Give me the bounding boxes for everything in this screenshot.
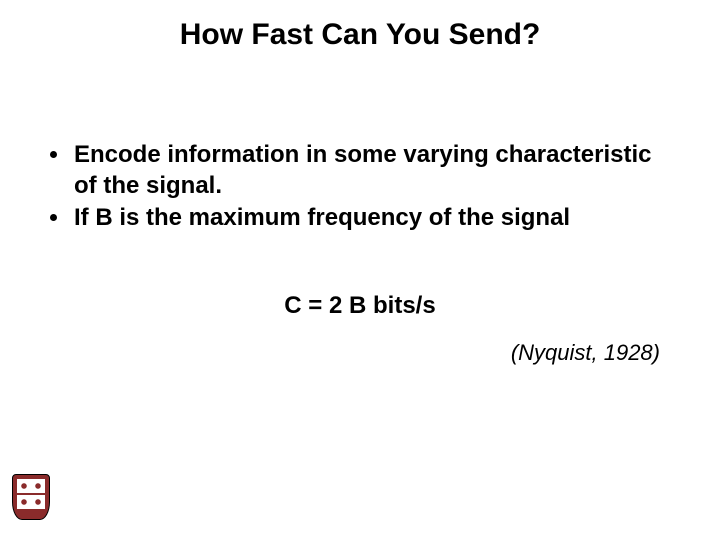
bullet-text: If B is the maximum frequency of the sig… [74, 204, 570, 231]
bullet-item: If B is the maximum frequency of the sig… [46, 203, 680, 234]
university-crest-icon [12, 474, 48, 524]
slide-title: How Fast Can You Send? [0, 18, 720, 52]
bullet-dot-icon [50, 214, 57, 221]
attribution-text: (Nyquist, 1928) [511, 340, 660, 366]
bullet-list: Encode information in some varying chara… [46, 140, 680, 236]
bullet-dot-icon [50, 151, 57, 158]
bullet-item: Encode information in some varying chara… [46, 140, 680, 201]
formula-text: C = 2 B bits/s [0, 292, 720, 320]
bullet-text: Encode information in some varying chara… [74, 141, 652, 199]
